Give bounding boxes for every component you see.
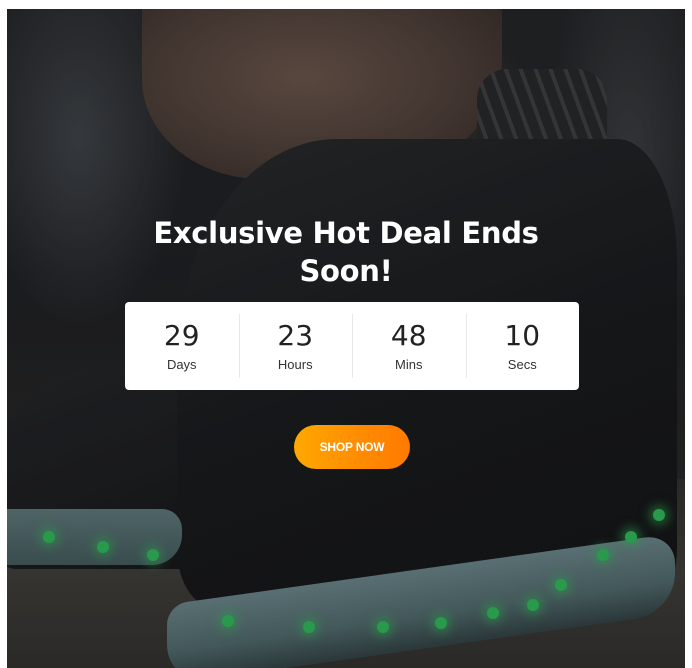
deal-title-line2: Soon! xyxy=(299,254,393,288)
deal-banner: Exclusive Hot Deal Ends Soon! 29 Days 23… xyxy=(7,9,685,668)
countdown-mins-value: 48 xyxy=(390,319,427,352)
countdown-days-label: Days xyxy=(166,357,197,372)
countdown-mins-label: Mins xyxy=(395,357,423,372)
countdown-hours: 23 Hours xyxy=(238,302,353,390)
deal-title-line1: Exclusive Hot Deal Ends xyxy=(153,216,539,250)
shop-now-button[interactable]: SHOP NOW xyxy=(294,425,410,469)
countdown-timer: 29 Days 23 Hours 48 Mins 10 Secs xyxy=(125,302,579,390)
countdown-secs-label: Secs xyxy=(507,357,537,372)
countdown-secs: 10 Secs xyxy=(465,302,580,390)
countdown-days-value: 29 xyxy=(163,319,200,352)
deal-title: Exclusive Hot Deal Ends Soon! xyxy=(7,214,685,290)
countdown-days: 29 Days xyxy=(125,302,239,390)
countdown-mins: 48 Mins xyxy=(352,302,466,390)
countdown-hours-value: 23 xyxy=(277,319,314,352)
countdown-secs-value: 10 xyxy=(504,319,541,352)
countdown-hours-label: Hours xyxy=(277,357,313,372)
